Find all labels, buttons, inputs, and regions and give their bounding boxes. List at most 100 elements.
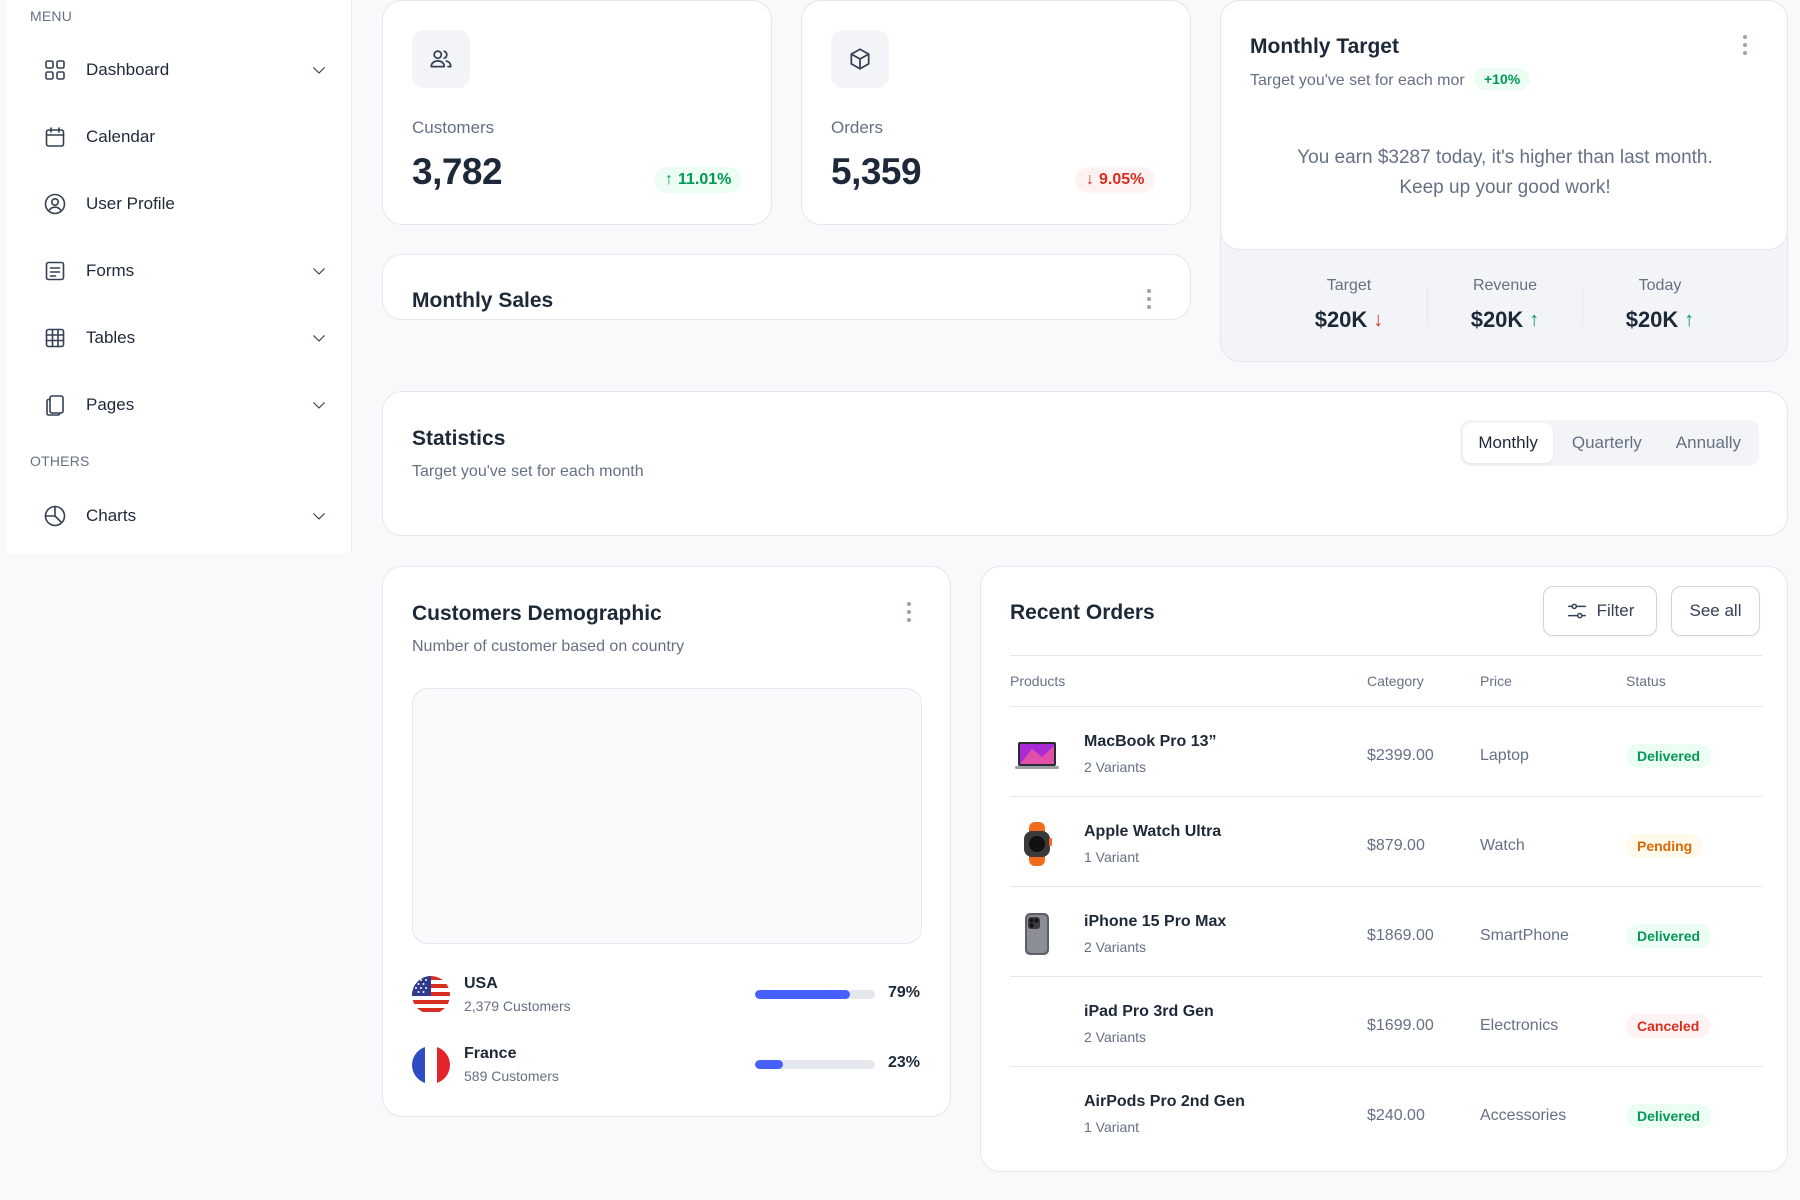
status-badge: Delivered: [1626, 744, 1712, 768]
table-row[interactable]: Apple Watch Ultra 1 Variant $879.00 Watc…: [1010, 797, 1762, 887]
sidebar-item-charts[interactable]: Charts: [42, 496, 328, 536]
recent-orders-card: Recent Orders Filter See all Products Ca…: [980, 566, 1788, 1172]
status-badge: Pending: [1626, 834, 1704, 858]
stat-value-row: $20K ↑: [1585, 307, 1735, 333]
price-cell: Watch: [1480, 837, 1525, 854]
column-header: Category: [1367, 673, 1424, 689]
country-percent: 79%: [888, 984, 921, 1001]
divider: [1582, 289, 1583, 325]
see-all-button[interactable]: See all: [1671, 586, 1760, 636]
sidebar-item-label: Charts: [86, 506, 137, 525]
change-badge: ↑ 11.01%: [654, 167, 743, 193]
product-name: iPhone 15 Pro Max: [1084, 913, 1227, 930]
product-variants: 1 Variant: [1084, 1119, 1139, 1135]
product-variants: 2 Variants: [1084, 939, 1146, 955]
category-cell: $879.00: [1367, 837, 1425, 854]
list-icon: [42, 258, 68, 284]
more-options-icon[interactable]: [1735, 33, 1755, 57]
chevron-down-icon[interactable]: [310, 329, 328, 347]
revenue-stat: Revenue $20K ↑: [1430, 277, 1580, 333]
stat-value: $20K: [1625, 307, 1679, 332]
card-subtitle: Target you've set for each month: [412, 463, 644, 480]
category-cell: $2399.00: [1367, 747, 1434, 764]
sidebar: MENU Dashboard Calendar User Profile For…: [6, 0, 352, 553]
arrow-down-icon: ↓: [1086, 171, 1094, 188]
sidebar-item-tables[interactable]: Tables: [42, 318, 328, 358]
sidebar-item-dashboard[interactable]: Dashboard: [42, 50, 328, 90]
chevron-down-icon[interactable]: [310, 262, 328, 280]
statistics-card: Statistics Target you've set for each mo…: [382, 391, 1788, 536]
metric-label: Customers: [412, 118, 495, 137]
sidebar-item-forms[interactable]: Forms: [42, 251, 328, 291]
menu-group-label: MENU: [30, 8, 73, 24]
sidebar-item-label: Tables: [86, 328, 136, 347]
more-options-icon[interactable]: [899, 600, 919, 624]
table-row[interactable]: MacBook Pro 13” 2 Variants $2399.00 Lapt…: [1010, 707, 1762, 797]
country-name: USA: [464, 975, 498, 992]
tab-monthly[interactable]: Monthly: [1463, 423, 1553, 463]
sidebar-item-label: Dashboard: [86, 60, 170, 79]
tab-quarterly[interactable]: Quarterly: [1557, 423, 1657, 463]
customers-metric-card: Customers 3,782 ↑ 11.01%: [382, 0, 772, 225]
category-cell: $1699.00: [1367, 1017, 1434, 1034]
metric-value: 5,359: [831, 151, 922, 192]
pages-icon: [42, 392, 68, 418]
table-row[interactable]: AirPods Pro 2nd Gen 1 Variant $240.00 Ac…: [1010, 1067, 1762, 1157]
more-options-icon[interactable]: [1139, 287, 1159, 311]
status-badge: Delivered: [1626, 1104, 1712, 1128]
product-variants: 2 Variants: [1084, 1029, 1146, 1045]
sidebar-item-label: User Profile: [86, 194, 175, 213]
monthly-sales-card: Monthly Sales: [382, 254, 1191, 320]
sidebar-item-user-profile[interactable]: User Profile: [42, 184, 328, 224]
change-badge: ↓ 9.05%: [1075, 167, 1156, 193]
change-value: 9.05%: [1099, 171, 1145, 188]
status-badge: Canceled: [1626, 1014, 1711, 1038]
product-name: AirPods Pro 2nd Gen: [1084, 1093, 1245, 1110]
divider: [1427, 289, 1428, 325]
arrow-down-icon: ↓: [1373, 308, 1384, 331]
today-stat: Today $20K ↑: [1585, 277, 1735, 333]
chevron-down-icon[interactable]: [310, 61, 328, 79]
world-map[interactable]: [412, 688, 922, 944]
country-percent: 23%: [888, 1054, 921, 1071]
target-stat: Target $20K ↓: [1274, 277, 1424, 333]
filter-button[interactable]: Filter: [1543, 586, 1657, 636]
tab-annually[interactable]: Annually: [1661, 423, 1756, 463]
customers-demographic-card: Customers Demographic Number of customer…: [382, 566, 951, 1117]
filter-label: Filter: [1596, 601, 1635, 620]
card-title: Recent Orders: [1010, 601, 1155, 624]
france-flag-icon: [412, 1046, 450, 1084]
table-row[interactable]: iPad Pro 3rd Gen 2 Variants $1699.00 Ele…: [1010, 977, 1762, 1067]
country-name: France: [464, 1045, 517, 1062]
sidebar-item-pages[interactable]: Pages: [42, 385, 328, 425]
product-name: Apple Watch Ultra: [1084, 823, 1222, 840]
arrow-up-icon: ↑: [1529, 308, 1540, 331]
sidebar-item-label: Forms: [86, 261, 135, 280]
period-toggle: Monthly Quarterly Annually: [1460, 420, 1759, 466]
table-row[interactable]: iPhone 15 Pro Max 2 Variants $1869.00 Sm…: [1010, 887, 1762, 977]
sidebar-item-calendar[interactable]: Calendar: [42, 117, 328, 157]
card-subtitle: Number of customer based on country: [412, 638, 685, 655]
column-header: Price: [1480, 673, 1512, 689]
pie-chart-icon: [42, 503, 68, 529]
country-customers: 589 Customers: [464, 1068, 559, 1084]
chevron-down-icon[interactable]: [310, 507, 328, 525]
card-title: Statistics: [412, 427, 506, 450]
sidebar-item-label: Calendar: [86, 127, 155, 146]
chevron-down-icon[interactable]: [310, 396, 328, 414]
monthly-target-card: Monthly Target Target you've set for eac…: [1220, 0, 1788, 362]
column-header: Status: [1626, 673, 1666, 689]
price-cell: SmartPhone: [1480, 927, 1569, 944]
user-circle-icon: [42, 191, 68, 217]
table-header: Products Category Price Status: [1010, 655, 1762, 707]
country-row: USA 2,379 Customers 79%: [412, 974, 922, 1018]
product-name: MacBook Pro 13”: [1084, 733, 1217, 750]
progress-bar: [755, 1060, 875, 1069]
laptop-product-image: [1012, 729, 1062, 779]
card-subtitle: Target you've set for each mor: [1250, 72, 1465, 89]
arrow-up-icon: ↑: [665, 171, 673, 188]
table-icon: [42, 325, 68, 351]
arrow-up-icon: ↑: [1684, 308, 1695, 331]
metric-value: 3,782: [412, 151, 503, 192]
card-title: Monthly Target: [1250, 35, 1399, 58]
